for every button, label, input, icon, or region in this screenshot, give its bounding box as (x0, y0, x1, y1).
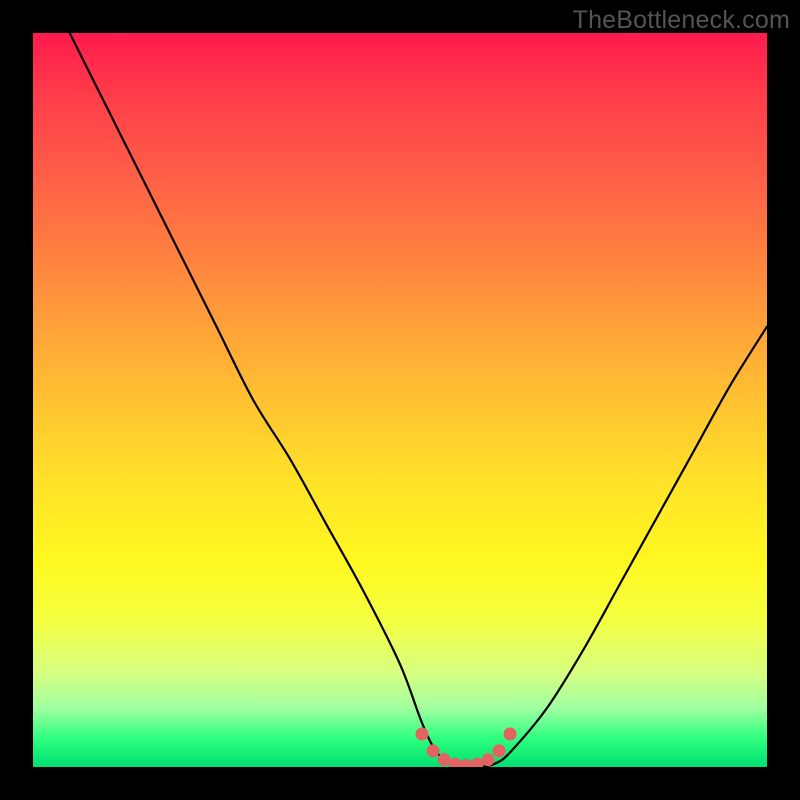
chart-frame: TheBottleneck.com (0, 0, 800, 800)
valley-dot (482, 753, 495, 766)
valley-dot (493, 744, 506, 757)
bottleneck-curve (70, 33, 767, 767)
valley-dot (460, 759, 473, 767)
valley-dot (504, 727, 517, 740)
valley-dot (427, 744, 440, 757)
valley-dot (416, 727, 429, 740)
plot-area (33, 33, 767, 767)
chart-svg (33, 33, 767, 767)
watermark-text: TheBottleneck.com (573, 6, 790, 35)
